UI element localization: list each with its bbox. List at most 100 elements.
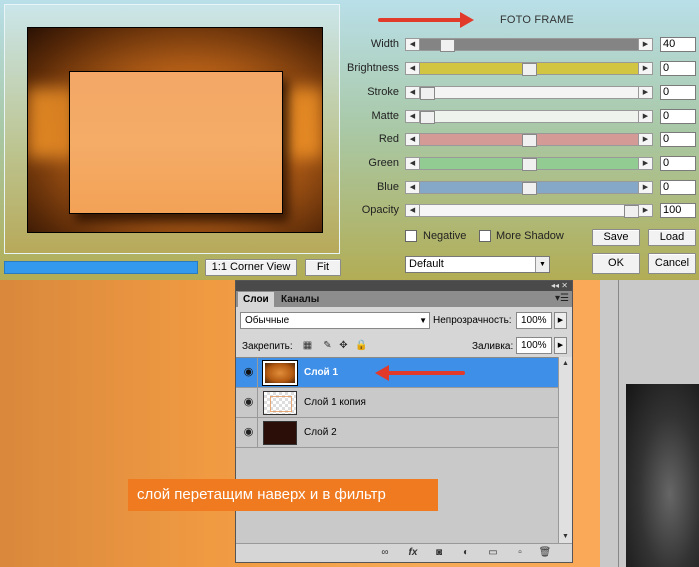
slider-left-arrow-icon[interactable]: ◀ xyxy=(405,38,420,51)
layer-row[interactable]: ◉ Слой 1 копия xyxy=(236,388,558,418)
eye-icon[interactable]: ◉ xyxy=(240,388,258,417)
slider-left-arrow-icon[interactable]: ◀ xyxy=(405,181,420,194)
slider-thumb[interactable] xyxy=(522,63,537,76)
param-value-input[interactable]: 100 xyxy=(660,203,696,218)
param-slider[interactable]: ◀ ▶ xyxy=(405,204,653,218)
slider-thumb[interactable] xyxy=(522,182,537,195)
slider-track[interactable] xyxy=(420,110,638,124)
cancel-button[interactable]: Cancel xyxy=(648,253,696,274)
layer-list-scrollbar[interactable]: ▲ ▼ xyxy=(558,357,572,543)
slider-track[interactable] xyxy=(420,62,638,76)
eye-icon[interactable]: ◉ xyxy=(240,418,258,447)
layer-thumbnail xyxy=(262,360,298,386)
param-value-input[interactable]: 0 xyxy=(660,180,696,195)
layer-style-icon[interactable]: fx xyxy=(406,547,420,559)
opacity-slider-arrow-icon[interactable]: ▶ xyxy=(554,312,567,329)
panel-tabs: Слои Каналы ▾☰ xyxy=(236,291,572,307)
ok-button[interactable]: OK xyxy=(592,253,640,274)
param-value-input[interactable]: 0 xyxy=(660,61,696,76)
adjustment-layer-icon[interactable]: ◐ xyxy=(459,547,473,559)
param-slider[interactable]: ◀ ▶ xyxy=(405,181,653,195)
param-slider[interactable]: ◀ ▶ xyxy=(405,110,653,124)
load-button[interactable]: Load xyxy=(648,229,696,246)
more-shadow-label: More Shadow xyxy=(496,230,564,242)
slider-thumb[interactable] xyxy=(624,205,639,218)
lock-brush-icon[interactable]: ✎ xyxy=(322,340,333,351)
slider-right-arrow-icon[interactable]: ▶ xyxy=(638,62,653,75)
slider-thumb[interactable] xyxy=(420,111,435,124)
slider-track[interactable] xyxy=(420,86,638,100)
slider-right-arrow-icon[interactable]: ▶ xyxy=(638,110,653,123)
slider-left-arrow-icon[interactable]: ◀ xyxy=(405,133,420,146)
slider-thumb[interactable] xyxy=(420,87,435,100)
chevron-down-icon: ▼ xyxy=(419,316,427,325)
slider-track[interactable] xyxy=(420,157,638,171)
slider-left-arrow-icon[interactable]: ◀ xyxy=(405,157,420,170)
lock-all-icon[interactable]: 🔒 xyxy=(355,340,367,351)
param-value-input[interactable]: 0 xyxy=(660,85,696,100)
param-value-input[interactable]: 0 xyxy=(660,109,696,124)
slider-thumb[interactable] xyxy=(522,134,537,147)
slider-left-arrow-icon[interactable]: ◀ xyxy=(405,62,420,75)
param-slider[interactable]: ◀ ▶ xyxy=(405,157,653,171)
opacity-input[interactable]: 100% xyxy=(516,312,552,329)
slider-thumb[interactable] xyxy=(440,39,456,52)
lock-label: Закрепить: xyxy=(242,341,293,352)
lock-move-icon[interactable]: ✥ xyxy=(338,340,349,351)
more-shadow-checkbox[interactable] xyxy=(479,230,491,242)
fit-button[interactable]: Fit xyxy=(305,259,341,276)
slider-right-arrow-icon[interactable]: ▶ xyxy=(638,181,653,194)
slider-thumb[interactable] xyxy=(522,158,537,171)
slider-right-arrow-icon[interactable]: ▶ xyxy=(638,86,653,99)
param-value-input[interactable]: 0 xyxy=(660,156,696,171)
new-group-icon[interactable]: ▭ xyxy=(486,547,500,559)
param-slider[interactable]: ◀ ▶ xyxy=(405,62,653,76)
param-value-input[interactable]: 0 xyxy=(660,132,696,147)
param-value-input[interactable]: 40 xyxy=(660,37,696,52)
param-slider[interactable]: ◀ ▶ xyxy=(405,133,653,147)
slider-right-arrow-icon[interactable]: ▶ xyxy=(638,133,653,146)
instruction-caption: слой перетащим наверх и в фильтр xyxy=(128,479,438,511)
fill-input[interactable]: 100% xyxy=(516,337,552,354)
param-slider[interactable]: ◀ ▶ xyxy=(405,86,653,100)
save-button[interactable]: Save xyxy=(592,229,640,246)
slider-right-arrow-icon[interactable]: ▶ xyxy=(638,38,653,51)
negative-checkbox[interactable] xyxy=(405,230,417,242)
slider-left-arrow-icon[interactable]: ◀ xyxy=(405,110,420,123)
param-label: Opacity xyxy=(361,204,399,216)
slider-track[interactable] xyxy=(420,133,638,147)
slider-track[interactable] xyxy=(420,38,638,52)
new-layer-icon[interactable]: ▫ xyxy=(513,547,527,559)
link-layers-icon[interactable]: ∞ xyxy=(378,547,392,559)
lock-transparency-icon[interactable]: ▦ xyxy=(302,340,313,351)
blend-mode-select[interactable]: Обычные ▼ xyxy=(240,312,430,329)
progress-bar xyxy=(4,261,198,274)
slider-right-arrow-icon[interactable]: ▶ xyxy=(638,204,653,217)
layer-row[interactable]: ◉ Слой 2 xyxy=(236,418,558,448)
layers-panel-footer: ∞ fx ◙ ◐ ▭ ▫ 🗑 xyxy=(236,543,572,562)
panel-collapse-bar[interactable]: ◂◂ ✕ xyxy=(236,281,572,291)
layers-panel: ◂◂ ✕ Слои Каналы ▾☰ Обычные ▼ Непрозрачн… xyxy=(235,280,573,563)
param-slider[interactable]: ◀ ▶ xyxy=(405,38,653,52)
slider-track[interactable] xyxy=(420,181,638,195)
slider-left-arrow-icon[interactable]: ◀ xyxy=(405,86,420,99)
tab-channels[interactable]: Каналы xyxy=(276,292,324,307)
eye-icon[interactable]: ◉ xyxy=(240,358,258,387)
corner-view-button[interactable]: 1:1 Corner View xyxy=(205,259,297,276)
param-label: Blue xyxy=(376,181,399,193)
panel-menu-icon[interactable]: ▾☰ xyxy=(555,291,569,306)
slider-track[interactable] xyxy=(420,204,639,218)
preview-image[interactable] xyxy=(27,27,323,233)
slider-right-arrow-icon[interactable]: ▶ xyxy=(638,157,653,170)
trash-icon[interactable]: 🗑 xyxy=(538,547,552,559)
scroll-down-icon[interactable]: ▼ xyxy=(559,530,572,543)
tab-layers[interactable]: Слои xyxy=(238,292,274,307)
scroll-up-icon[interactable]: ▲ xyxy=(559,357,572,370)
fill-slider-arrow-icon[interactable]: ▶ xyxy=(554,337,567,354)
preset-select[interactable]: Default ▼ xyxy=(405,256,550,273)
layer-thumbnail xyxy=(263,391,297,415)
second-document-image xyxy=(626,384,699,567)
param-label: Red xyxy=(378,133,399,145)
layer-mask-icon[interactable]: ◙ xyxy=(432,547,446,559)
slider-left-arrow-icon[interactable]: ◀ xyxy=(405,204,420,217)
